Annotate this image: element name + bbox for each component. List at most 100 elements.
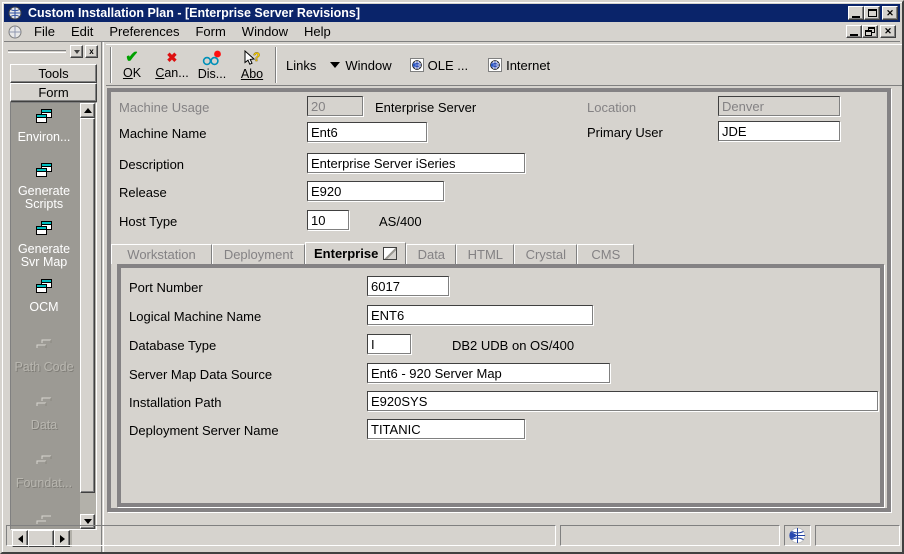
menu-preferences[interactable]: Preferences — [101, 22, 187, 41]
release-field[interactable] — [307, 181, 444, 201]
installation-path-label: Installation Path — [129, 395, 222, 410]
minimize-button[interactable] — [848, 6, 864, 20]
logical-machine-name-label: Logical Machine Name — [129, 309, 262, 324]
location-label: Location — [587, 100, 637, 115]
tab-cms[interactable]: CMS — [577, 244, 635, 264]
ole-menu[interactable]: OLE ... — [428, 58, 468, 73]
cascade-windows-icon — [35, 221, 52, 235]
logical-machine-name-field[interactable] — [367, 305, 593, 325]
tab-html[interactable]: HTML — [456, 244, 515, 264]
menu-edit[interactable]: Edit — [63, 22, 101, 41]
scroll-up-button[interactable] — [80, 103, 95, 118]
status-message-panel — [6, 525, 556, 546]
database-type-description: DB2 UDB on OS/400 — [452, 338, 575, 353]
sidebar-item-ocm[interactable]: OCM — [11, 279, 77, 314]
app-globe-icon — [8, 6, 22, 20]
machine-name-field[interactable] — [307, 122, 427, 142]
ghost-window-icon — [36, 455, 51, 464]
title-bar: Custom Installation Plan - [Enterprise S… — [4, 4, 900, 22]
sidebar-item-label: Generate Scripts — [17, 184, 71, 211]
status-panel — [815, 525, 900, 546]
sidebar-tools-button[interactable]: Tools — [10, 64, 97, 83]
sidebar-item-generate-scripts[interactable]: Generate Scripts — [11, 163, 77, 211]
sidebar-close-button[interactable]: x — [85, 45, 98, 58]
links-menu[interactable]: Links — [286, 58, 316, 73]
sidebar-item-environment[interactable]: Environ... — [11, 109, 77, 144]
window-menu[interactable]: Window — [345, 58, 391, 73]
primary-user-label: Primary User — [587, 125, 663, 140]
port-number-field[interactable] — [367, 276, 449, 296]
tab-label: Enterprise — [314, 246, 379, 261]
cascade-windows-icon — [35, 163, 52, 177]
description-field[interactable] — [307, 153, 525, 173]
window-dropdown-icon[interactable] — [330, 62, 341, 68]
primary-user-field[interactable] — [718, 121, 840, 141]
maximize-button[interactable] — [864, 6, 880, 20]
menu-file[interactable]: File — [26, 22, 63, 41]
ok-button[interactable]: ✔ OK — [112, 46, 152, 84]
cascade-windows-icon — [35, 109, 52, 123]
internet-menu[interactable]: Internet — [506, 58, 550, 73]
sidebar-item-label: OCM — [29, 300, 59, 314]
ghost-window-icon — [36, 397, 51, 406]
mdi-globe-icon — [8, 25, 22, 38]
toolbar: ✔ OK ✖ Can... Dis... ? Abo Links Window … — [106, 44, 902, 86]
description-label: Description — [119, 157, 185, 172]
arrow-down-icon — [83, 519, 92, 524]
mdi-minimize-button[interactable] — [846, 25, 862, 38]
sidebar-dropdown-button[interactable] — [70, 45, 83, 58]
menu-help[interactable]: Help — [296, 22, 339, 41]
installation-path-field[interactable] — [367, 391, 878, 411]
tab-crystal[interactable]: Crystal — [514, 244, 578, 264]
status-globe-icon — [789, 527, 806, 544]
sidebar-item-generate-svr-map[interactable]: Generate Svr Map — [11, 221, 77, 269]
sidebar-item-label: Generate Svr Map — [17, 242, 71, 269]
host-type-label: Host Type — [119, 214, 178, 229]
display-errors-button[interactable]: Dis... — [192, 46, 232, 84]
tab-data[interactable]: Data — [406, 244, 457, 264]
scrollbar-thumb[interactable] — [80, 118, 95, 493]
menu-bar: File Edit Preferences Form Window Help ✕ — [4, 22, 900, 42]
cancel-button-label: Can... — [155, 65, 189, 80]
ok-check-icon: ✔ — [125, 49, 139, 66]
close-icon: x — [89, 47, 94, 56]
tab-enterprise[interactable]: Enterprise — [305, 242, 407, 264]
menu-form[interactable]: Form — [187, 22, 233, 41]
help-cursor-icon: ? — [244, 49, 261, 65]
tab-strip: Workstation Deployment Enterprise Data H… — [111, 242, 635, 264]
tab-label: HTML — [467, 247, 503, 262]
menu-window[interactable]: Window — [234, 22, 296, 41]
page-dogear-icon — [383, 247, 398, 260]
sidebar-vertical-scrollbar[interactable] — [80, 103, 96, 529]
status-globe-panel — [784, 525, 811, 546]
cancel-button[interactable]: ✖ Can... — [152, 46, 192, 84]
ole-document-icon[interactable] — [409, 58, 424, 72]
sidebar-form-button[interactable]: Form — [10, 83, 97, 102]
server-map-data-source-field[interactable] — [367, 363, 610, 383]
database-type-field[interactable] — [367, 334, 411, 354]
svg-text:?: ? — [253, 50, 260, 64]
mdi-restore-button[interactable] — [862, 25, 878, 38]
internet-document-icon[interactable] — [488, 58, 503, 72]
tab-label: Deployment — [223, 247, 294, 262]
sidebar-item-label: Environ... — [17, 130, 71, 144]
tab-deployment[interactable]: Deployment — [212, 244, 305, 264]
port-number-label: Port Number — [129, 280, 203, 295]
about-button-label: Abo — [240, 66, 264, 81]
tab-workstation[interactable]: Workstation — [111, 244, 212, 264]
close-button[interactable]: ✕ — [882, 6, 898, 20]
window-title: Custom Installation Plan - [Enterprise S… — [28, 6, 361, 20]
machine-usage-description: Enterprise Server — [375, 100, 477, 115]
glasses-icon — [202, 50, 221, 65]
sidebar-grip[interactable] — [8, 50, 66, 53]
app-window: Custom Installation Plan - [Enterprise S… — [0, 0, 904, 554]
about-button[interactable]: ? Abo — [232, 46, 272, 84]
deployment-server-name-field[interactable] — [367, 419, 525, 439]
tools-button-label: Tools — [38, 66, 69, 81]
host-type-field[interactable] — [307, 210, 349, 230]
sidebar-item-label: Path Code — [14, 360, 74, 374]
mdi-close-button[interactable]: ✕ — [880, 25, 896, 38]
tab-label: Data — [417, 247, 446, 262]
tab-label: CMS — [591, 247, 621, 262]
status-panel — [560, 525, 780, 546]
